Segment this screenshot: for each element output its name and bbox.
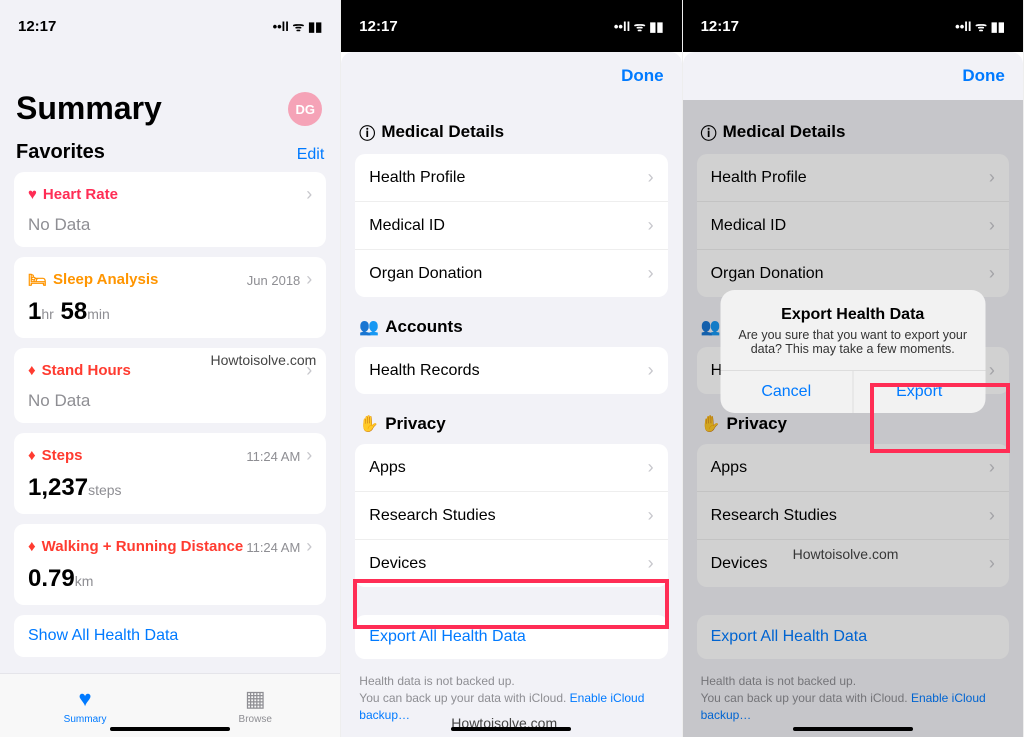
- done-button[interactable]: Done: [962, 66, 1005, 86]
- flame-icon: ♦: [28, 362, 36, 379]
- chevron-right-icon: ›: [648, 215, 654, 236]
- row-health-profile[interactable]: Health Profile›: [355, 154, 667, 202]
- card-stand[interactable]: ♦Stand Hours › No Data Howtoisolve.com: [14, 348, 326, 423]
- people-icon: 👥: [359, 317, 379, 337]
- stand-value: No Data: [28, 391, 312, 411]
- bed-icon: 🛏: [28, 271, 47, 289]
- flame-icon: ♦: [28, 447, 36, 464]
- alert-export: Export Health Data Are you sure that you…: [720, 290, 985, 413]
- list-accounts: Health Records›: [355, 347, 667, 394]
- chevron-right-icon: ›: [648, 167, 654, 188]
- chevron-right-icon: ›: [648, 505, 654, 526]
- section-medical: ⓘMedical Details: [359, 120, 663, 144]
- row-health-records[interactable]: Health Records›: [355, 347, 667, 394]
- list-medical: Health Profile› Medical ID› Organ Donati…: [355, 154, 667, 297]
- list-privacy: Apps› Research Studies› Devices›: [355, 444, 667, 587]
- status-icons: ••ll ᯤ ▮▮: [273, 17, 323, 35]
- status-time: 12:17: [18, 18, 56, 35]
- list-export: Export All Health Data: [355, 615, 667, 659]
- heart-icon: ♥: [28, 186, 37, 203]
- watermark: Howtoisolve.com: [210, 352, 316, 368]
- chevron-right-icon: ›: [648, 263, 654, 284]
- alert-cancel-button[interactable]: Cancel: [720, 371, 853, 413]
- sleep-value: 1hr 58min: [28, 298, 312, 326]
- screen-export-alert: 12:17 ••ll ᯤ ▮▮ Done ⓘMedical Details He…: [683, 0, 1024, 737]
- alert-title: Export Health Data: [720, 290, 985, 328]
- home-indicator[interactable]: [451, 727, 571, 731]
- chevron-right-icon: ›: [648, 457, 654, 478]
- sheet-header: Done: [683, 52, 1023, 100]
- walk-time: 11:24 AM: [246, 540, 300, 555]
- section-privacy: ✋Privacy: [359, 414, 663, 434]
- alert-message: Are you sure that you want to export you…: [720, 328, 985, 370]
- chevron-right-icon: ›: [306, 184, 312, 205]
- row-organ-donation[interactable]: Organ Donation›: [355, 250, 667, 297]
- status-bar: 12:17 ••ll ᯤ ▮▮: [0, 0, 340, 42]
- sleep-date: Jun 2018: [247, 273, 301, 288]
- heart-value: No Data: [28, 215, 312, 235]
- chevron-right-icon: ›: [306, 536, 312, 556]
- steps-label: Steps: [42, 447, 83, 464]
- sleep-label: Sleep Analysis: [53, 271, 158, 288]
- status-time: 12:17: [359, 18, 397, 35]
- card-sleep[interactable]: 🛏 Sleep Analysis Jun 2018 › 1hr 58min: [14, 257, 326, 338]
- card-heart-rate[interactable]: ♥ Heart Rate › No Data: [14, 172, 326, 247]
- status-bar: 12:17 ••ll ᯤ ▮▮: [341, 0, 681, 42]
- dim-overlay: [683, 100, 1023, 737]
- card-walking[interactable]: ♦ Walking + Running Distance 11:24 AM › 0.…: [14, 524, 326, 605]
- screen-summary: 12:17 ••ll ᯤ ▮▮ DG Summary Favorites Edi…: [0, 0, 341, 737]
- heart-label: Heart Rate: [43, 186, 118, 203]
- favorites-heading: Favorites: [16, 141, 105, 164]
- row-apps[interactable]: Apps›: [355, 444, 667, 492]
- card-steps[interactable]: ♦ Steps 11:24 AM › 1,237steps: [14, 433, 326, 514]
- section-accounts: 👥Accounts: [359, 317, 663, 337]
- walk-label: Walking + Running Distance: [42, 538, 244, 555]
- screen-settings: 12:17 ••ll ᯤ ▮▮ Done ⓘMedical Details He…: [341, 0, 682, 737]
- status-bar: 12:17 ••ll ᯤ ▮▮: [683, 0, 1023, 42]
- flame-icon: ♦: [28, 538, 36, 555]
- row-export-all[interactable]: Export All Health Data: [355, 615, 667, 659]
- status-time: 12:17: [701, 18, 739, 35]
- sheet-header: Done: [341, 52, 681, 100]
- steps-time: 11:24 AM: [246, 449, 300, 464]
- edit-button[interactable]: Edit: [297, 146, 325, 164]
- row-devices[interactable]: Devices›: [355, 540, 667, 587]
- steps-value: 1,237steps: [28, 474, 312, 502]
- status-icons: ••ll ᯤ ▮▮: [614, 17, 664, 35]
- info-icon: ⓘ: [359, 120, 375, 144]
- chevron-right-icon: ›: [306, 445, 312, 465]
- row-research-studies[interactable]: Research Studies›: [355, 492, 667, 540]
- hand-icon: ✋: [359, 414, 379, 434]
- row-medical-id[interactable]: Medical ID›: [355, 202, 667, 250]
- home-indicator[interactable]: [110, 727, 230, 731]
- chevron-right-icon: ›: [648, 360, 654, 381]
- tab-bar: ♥Summary ▦Browse: [0, 673, 340, 737]
- chevron-right-icon: ›: [306, 269, 312, 289]
- done-button[interactable]: Done: [621, 66, 664, 86]
- chevron-right-icon: ›: [648, 553, 654, 574]
- grid-icon: ▦: [245, 686, 266, 712]
- page-title: Summary: [16, 90, 326, 127]
- heart-fill-icon: ♥: [79, 686, 92, 712]
- show-all-health-data[interactable]: Show All Health Data: [14, 615, 326, 657]
- alert-export-button[interactable]: Export: [853, 371, 985, 413]
- walk-value: 0.79km: [28, 565, 312, 593]
- status-icons: ••ll ᯤ ▮▮: [955, 17, 1005, 35]
- stand-label: Stand Hours: [42, 362, 131, 379]
